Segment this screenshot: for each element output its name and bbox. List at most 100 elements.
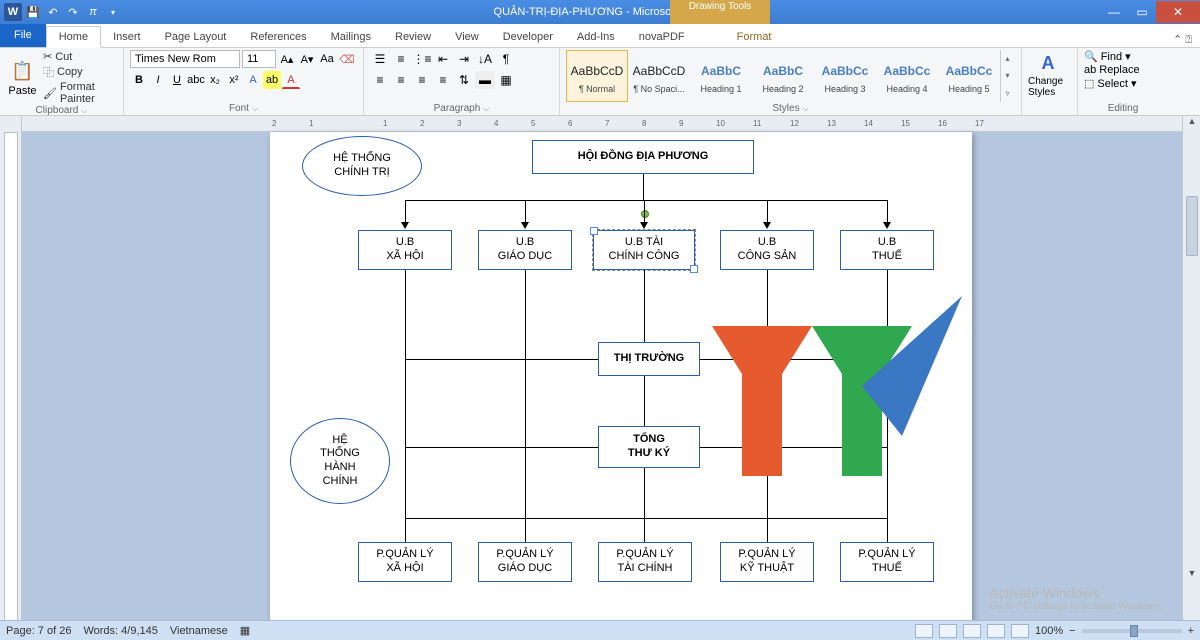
page-canvas[interactable]: HỆ THỐNG CHÍNH TRỊ HỆ THỐNG HÀNH CHÍNH H… — [270, 132, 972, 620]
format-painter-button[interactable]: 🖌Format Painter — [43, 81, 117, 105]
bullets-button[interactable]: ☰ — [370, 50, 390, 68]
style-item[interactable]: AaBbCcD¶ No Spaci... — [628, 50, 690, 102]
sort-button[interactable]: ↓A — [475, 50, 495, 68]
vertical-scrollbar[interactable]: ▲ ▼ — [1182, 116, 1200, 620]
shape-box-top[interactable]: HỘI ĐỒNG ĐỊA PHƯƠNG — [532, 140, 754, 174]
superscript-button[interactable]: x² — [225, 71, 243, 89]
shape-box-ub-4[interactable]: U.B CÔNG SẢN — [720, 230, 814, 270]
qat-equation-icon[interactable]: π — [84, 3, 102, 21]
align-right-button[interactable]: ≡ — [412, 71, 432, 89]
tab-developer[interactable]: Developer — [491, 27, 565, 47]
cut-button[interactable]: ✂Cut — [43, 50, 117, 63]
status-macro-icon[interactable]: ▦ — [240, 624, 250, 637]
view-draft-button[interactable] — [1011, 624, 1029, 638]
text-effects-button[interactable]: A — [244, 71, 262, 89]
font-size-combo[interactable] — [242, 50, 276, 68]
view-full-screen-button[interactable] — [939, 624, 957, 638]
show-marks-button[interactable]: ¶ — [496, 50, 516, 68]
tab-novapdf[interactable]: novaPDF — [627, 27, 697, 47]
document-area[interactable]: 211234567891011121314151617 HỆ THỐNG CHÍ… — [22, 116, 1182, 620]
view-print-layout-button[interactable] — [915, 624, 933, 638]
underline-button[interactable]: U — [168, 71, 186, 89]
qat-redo-icon[interactable]: ↷ — [64, 3, 82, 21]
scroll-thumb[interactable] — [1186, 196, 1198, 256]
line-spacing-button[interactable]: ⇅ — [454, 71, 474, 89]
shading-button[interactable]: ▬ — [475, 71, 495, 89]
font-color-button[interactable]: A — [282, 71, 300, 89]
status-words[interactable]: Words: 4/9,145 — [83, 625, 157, 637]
paste-button[interactable]: 📋 Paste — [6, 50, 39, 105]
style-item[interactable]: AaBbCHeading 1 — [690, 50, 752, 102]
shape-box-ub-1[interactable]: U.B XÃ HỘI — [358, 230, 452, 270]
file-tab[interactable]: File — [0, 23, 46, 47]
zoom-out-button[interactable]: − — [1069, 625, 1075, 637]
shape-box-ub-5[interactable]: U.B THUẾ — [840, 230, 934, 270]
shape-box-ub-3-selected[interactable]: U.B TÀI CHÍNH CÔNG — [593, 230, 695, 270]
tab-format[interactable]: Format — [725, 27, 784, 47]
maximize-button[interactable]: ▭ — [1128, 1, 1156, 23]
zoom-slider[interactable] — [1082, 629, 1182, 633]
inc-indent-button[interactable]: ⇥ — [454, 50, 474, 68]
select-button[interactable]: ⬚Select ▾ — [1084, 77, 1162, 90]
copy-button[interactable]: ⿻Copy — [43, 64, 117, 80]
change-case-button[interactable]: Aa — [318, 50, 336, 68]
view-outline-button[interactable] — [987, 624, 1005, 638]
tab-page-layout[interactable]: Page Layout — [153, 27, 239, 47]
qat-save-icon[interactable]: 💾 — [24, 3, 42, 21]
find-button[interactable]: 🔍Find ▾ — [1084, 50, 1162, 63]
shape-box-ub-2[interactable]: U.B GIÁO DỤC — [478, 230, 572, 270]
style-item[interactable]: AaBbCcHeading 5 — [938, 50, 1000, 102]
style-item[interactable]: AaBbCcHeading 4 — [876, 50, 938, 102]
styles-more-button[interactable]: ▴▾▿ — [1000, 50, 1014, 102]
shape-ellipse-political[interactable]: HỆ THỐNG CHÍNH TRỊ — [302, 136, 422, 196]
qat-more-icon[interactable]: ▾ — [104, 3, 122, 21]
shape-box-pql-4[interactable]: P.QUẢN LÝ KỸ THUẬT — [720, 542, 814, 582]
tab-home[interactable]: Home — [46, 26, 101, 48]
shape-box-secretary[interactable]: TỔNG THƯ KÝ — [598, 426, 700, 468]
zoom-level[interactable]: 100% — [1035, 625, 1063, 637]
view-web-layout-button[interactable] — [963, 624, 981, 638]
scroll-up-icon[interactable]: ▲ — [1183, 116, 1200, 132]
dec-indent-button[interactable]: ⇤ — [433, 50, 453, 68]
tab-insert[interactable]: Insert — [101, 27, 153, 47]
strike-button[interactable]: abc — [187, 71, 205, 89]
minimize-button[interactable]: — — [1100, 1, 1128, 23]
clear-format-button[interactable]: ⌫ — [338, 50, 356, 68]
style-item[interactable]: AaBbCHeading 2 — [752, 50, 814, 102]
highlight-button[interactable]: ab — [263, 71, 281, 89]
shape-box-pql-1[interactable]: P.QUẢN LÝ XÃ HỘI — [358, 542, 452, 582]
shrink-font-button[interactable]: A▾ — [298, 50, 316, 68]
shape-box-pql-3[interactable]: P.QUẢN LÝ TÀI CHÍNH — [598, 542, 692, 582]
rotation-handle[interactable] — [641, 210, 649, 218]
font-name-combo[interactable] — [130, 50, 240, 68]
zoom-in-button[interactable]: + — [1188, 625, 1194, 637]
align-center-button[interactable]: ≡ — [391, 71, 411, 89]
status-language[interactable]: Vietnamese — [170, 625, 228, 637]
scroll-down-icon[interactable]: ▼ — [1183, 568, 1200, 584]
bold-button[interactable]: B — [130, 71, 148, 89]
style-item[interactable]: AaBbCcHeading 3 — [814, 50, 876, 102]
grow-font-button[interactable]: A▴ — [278, 50, 296, 68]
replace-button[interactable]: abReplace — [1084, 64, 1162, 76]
justify-button[interactable]: ≡ — [433, 71, 453, 89]
change-styles-button[interactable]: A Change Styles — [1028, 50, 1068, 98]
borders-button[interactable]: ▦ — [496, 71, 516, 89]
tab-addins[interactable]: Add-Ins — [565, 27, 627, 47]
tab-references[interactable]: References — [238, 27, 318, 47]
italic-button[interactable]: I — [149, 71, 167, 89]
multilevel-button[interactable]: ⋮≡ — [412, 50, 432, 68]
tab-review[interactable]: Review — [383, 27, 443, 47]
shape-ellipse-admin[interactable]: HỆ THỐNG HÀNH CHÍNH — [290, 418, 390, 504]
shape-box-pql-2[interactable]: P.QUẢN LÝ GIÁO DỤC — [478, 542, 572, 582]
shape-box-market[interactable]: THỊ TRƯỜNG — [598, 342, 700, 376]
tab-mailings[interactable]: Mailings — [319, 27, 383, 47]
numbering-button[interactable]: ≡ — [391, 50, 411, 68]
qat-undo-icon[interactable]: ↶ — [44, 3, 62, 21]
status-page[interactable]: Page: 7 of 26 — [6, 625, 71, 637]
tab-view[interactable]: View — [443, 27, 491, 47]
close-button[interactable]: ✕ — [1156, 1, 1200, 23]
align-left-button[interactable]: ≡ — [370, 71, 390, 89]
style-item[interactable]: AaBbCcD¶ Normal — [566, 50, 628, 102]
styles-gallery[interactable]: AaBbCcD¶ NormalAaBbCcD¶ No Spaci...AaBbC… — [566, 50, 1000, 102]
shape-box-pql-5[interactable]: P.QUẢN LÝ THUẾ — [840, 542, 934, 582]
